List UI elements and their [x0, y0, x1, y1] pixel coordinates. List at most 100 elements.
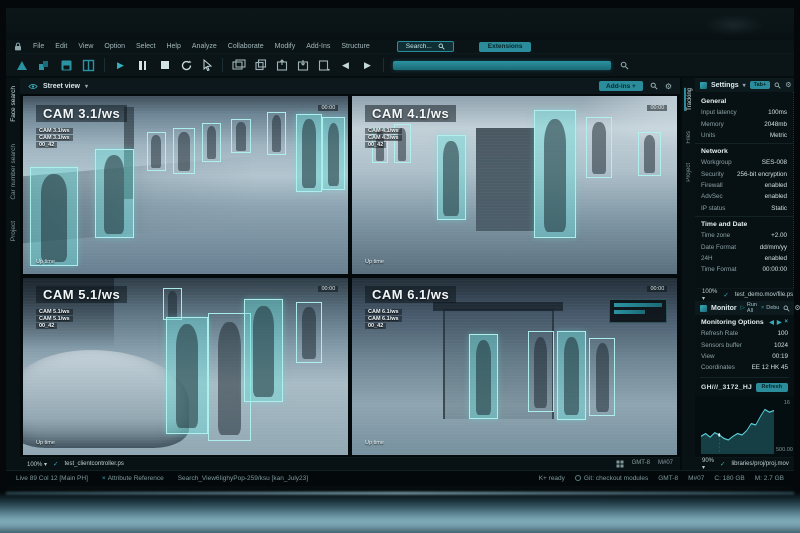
stop-button[interactable]: [158, 59, 171, 72]
camera-feed-6-1[interactable]: CAM 6.1/ws CAM 6.1/ws CAM 6.1/ws 00_42 U…: [352, 278, 677, 456]
setting-value[interactable]: 100ms: [768, 109, 787, 116]
setting-value[interactable]: Metric: [770, 132, 787, 139]
status-item-k-ready[interactable]: K+ ready: [539, 475, 565, 482]
settings-status-bar: 100% ▾ ✓ test_demo.mov/file.ps: [695, 288, 794, 301]
chevron-down-icon[interactable]: ▾: [85, 83, 88, 90]
setting-value[interactable]: 00:00:00: [762, 266, 787, 273]
monitor-value[interactable]: 1024: [774, 342, 788, 349]
toolbar-separator: [104, 58, 105, 72]
setting-value[interactable]: dd/mm/yy: [760, 244, 787, 251]
active-file-label: test_clientcontroller.ps: [65, 461, 124, 467]
next-arrow-icon[interactable]: ▶: [777, 319, 782, 326]
search-icon[interactable]: [620, 61, 629, 70]
right-tab-strip: Tracking Files Project: [682, 78, 695, 470]
refresh-button[interactable]: [180, 59, 193, 72]
copy-icon[interactable]: [255, 59, 267, 71]
gear-icon[interactable]: ⚙: [794, 304, 800, 312]
export-icon[interactable]: [297, 59, 309, 71]
tab-files[interactable]: Files: [686, 131, 692, 144]
sidebar-item-project[interactable]: Project: [10, 221, 17, 241]
detection-box: [589, 338, 615, 416]
gear-icon[interactable]: ⚙: [665, 82, 672, 91]
camera-feed-5-1[interactable]: CAM 5.1/ws CAM 5.1/ws CAM 5.1/ws 00_42 U…: [23, 278, 348, 456]
run-all-button[interactable]: ▷Run All: [741, 302, 757, 314]
menu-search-input[interactable]: Search...: [397, 41, 454, 52]
menu-item-select[interactable]: Select: [136, 43, 155, 50]
camera-feed-3-1[interactable]: CAM 3.1/ws CAM 3.1/ws CAM 3.1/ws 00_42 U…: [23, 96, 348, 274]
status-item-m-07[interactable]: M#07: [688, 475, 704, 482]
status-item-gmt-8[interactable]: GMT-8: [658, 475, 678, 482]
uptime-label: Up time: [36, 259, 55, 265]
menu-item-modify[interactable]: Modify: [275, 43, 296, 50]
save-icon[interactable]: [60, 59, 73, 72]
chart-end-label: 500.00: [776, 447, 790, 453]
menu-item-view[interactable]: View: [78, 43, 93, 50]
status-item-attribute-reference[interactable]: ×Attribute Reference: [102, 475, 164, 482]
zoom-select[interactable]: 100% ▾: [702, 289, 717, 302]
menu-item-structure[interactable]: Structure: [341, 43, 369, 50]
cascade-windows-icon[interactable]: [232, 59, 246, 71]
setting-value[interactable]: 2048mb: [764, 121, 787, 128]
search-icon[interactable]: [650, 82, 658, 90]
tab-project[interactable]: Project: [686, 163, 692, 182]
monitor-label: View: [701, 353, 715, 360]
menu-item-option[interactable]: Option: [104, 43, 125, 50]
setting-value[interactable]: enabled: [765, 255, 787, 262]
search-icon[interactable]: [783, 305, 790, 312]
settings-panel: GeneralInput latency100msMemory2048mbUni…: [695, 92, 794, 288]
setting-value[interactable]: 256-bit encryption: [737, 171, 787, 178]
menu-item-analyze[interactable]: Analyze: [192, 43, 217, 50]
grid-tool-icon[interactable]: [82, 59, 95, 72]
play-button[interactable]: ▶: [114, 59, 127, 72]
sidebar-item-face-search[interactable]: Face search: [10, 86, 17, 122]
addins-button[interactable]: Add-ins +: [599, 81, 643, 91]
monitor-value[interactable]: 00:19: [772, 353, 788, 360]
zoom-select[interactable]: 90% ▾: [702, 458, 714, 471]
menu-item-edit[interactable]: Edit: [55, 43, 67, 50]
setting-value[interactable]: enabled: [765, 182, 787, 189]
prev-arrow-icon[interactable]: ◀: [769, 319, 774, 326]
extensions-button[interactable]: Extensions: [479, 42, 532, 52]
sidebar-item-car-number-search[interactable]: Car number search: [10, 144, 17, 200]
tab-tracking[interactable]: Tracking: [684, 88, 693, 111]
desk-reflection: [0, 495, 800, 533]
debug-button[interactable]: ×Debu: [761, 305, 779, 311]
menu-item-collaborate[interactable]: Collaborate: [228, 43, 264, 50]
status-item-m-2-7-gb[interactable]: M: 2.7 GB: [755, 475, 784, 482]
monitor-value[interactable]: 100: [777, 330, 788, 337]
status-item-c-180-gb[interactable]: C: 180 GB: [714, 475, 744, 482]
pause-button[interactable]: [136, 59, 149, 72]
setting-value[interactable]: enabled: [765, 193, 787, 200]
settings-logo-icon: [700, 82, 707, 89]
gear-icon[interactable]: ⚙: [785, 81, 791, 89]
grid-icon[interactable]: [616, 460, 624, 468]
menu-item-file[interactable]: File: [33, 43, 44, 50]
detection-box: [244, 299, 283, 402]
search-icon[interactable]: [774, 82, 781, 89]
setting-value[interactable]: SES-008: [762, 159, 787, 166]
status-item-git-checkout-modules[interactable]: Git: checkout modules: [575, 475, 648, 482]
menu-item-add-ins[interactable]: Add-Ins: [306, 43, 330, 50]
monitor-row: View 00:19: [695, 351, 794, 362]
tab-add-button[interactable]: Tab+: [750, 81, 771, 89]
menu-item-help[interactable]: Help: [166, 43, 180, 50]
status-item-live-89-col-12-main-ph[interactable]: Live 89 Col 12 [Main PH]: [16, 475, 88, 482]
cursor-tool-icon[interactable]: [202, 59, 213, 71]
status-item-search-view6iighypop-259-ksu-kan-july23[interactable]: Search_View6IighyPop-259/ksu [kan_July23…: [178, 475, 308, 482]
chevron-down-icon[interactable]: ▾: [743, 82, 746, 89]
timeline-progress-bar[interactable]: [393, 61, 611, 70]
close-icon[interactable]: ×: [784, 319, 788, 326]
back-arrow-button[interactable]: ◀: [339, 59, 352, 72]
setting-value[interactable]: Static: [771, 205, 787, 212]
refresh-button[interactable]: Refresh: [756, 383, 788, 392]
monitor-value[interactable]: EE 12 HK 45: [752, 364, 788, 371]
timecode-label: 00:00: [318, 105, 338, 111]
forward-arrow-button[interactable]: ▶: [361, 59, 374, 72]
setting-value[interactable]: +2.00: [771, 232, 787, 239]
layers-icon[interactable]: [38, 59, 51, 72]
new-file-icon[interactable]: [318, 59, 330, 71]
import-icon[interactable]: [276, 59, 288, 71]
settings-row: 24Henabled: [695, 253, 793, 264]
zoom-select[interactable]: 100% ▾: [27, 461, 47, 468]
camera-feed-4-1[interactable]: CAM 4.1/ws CAM 4.1/ws CAM 4.3/ws 00_42 U…: [352, 96, 677, 274]
